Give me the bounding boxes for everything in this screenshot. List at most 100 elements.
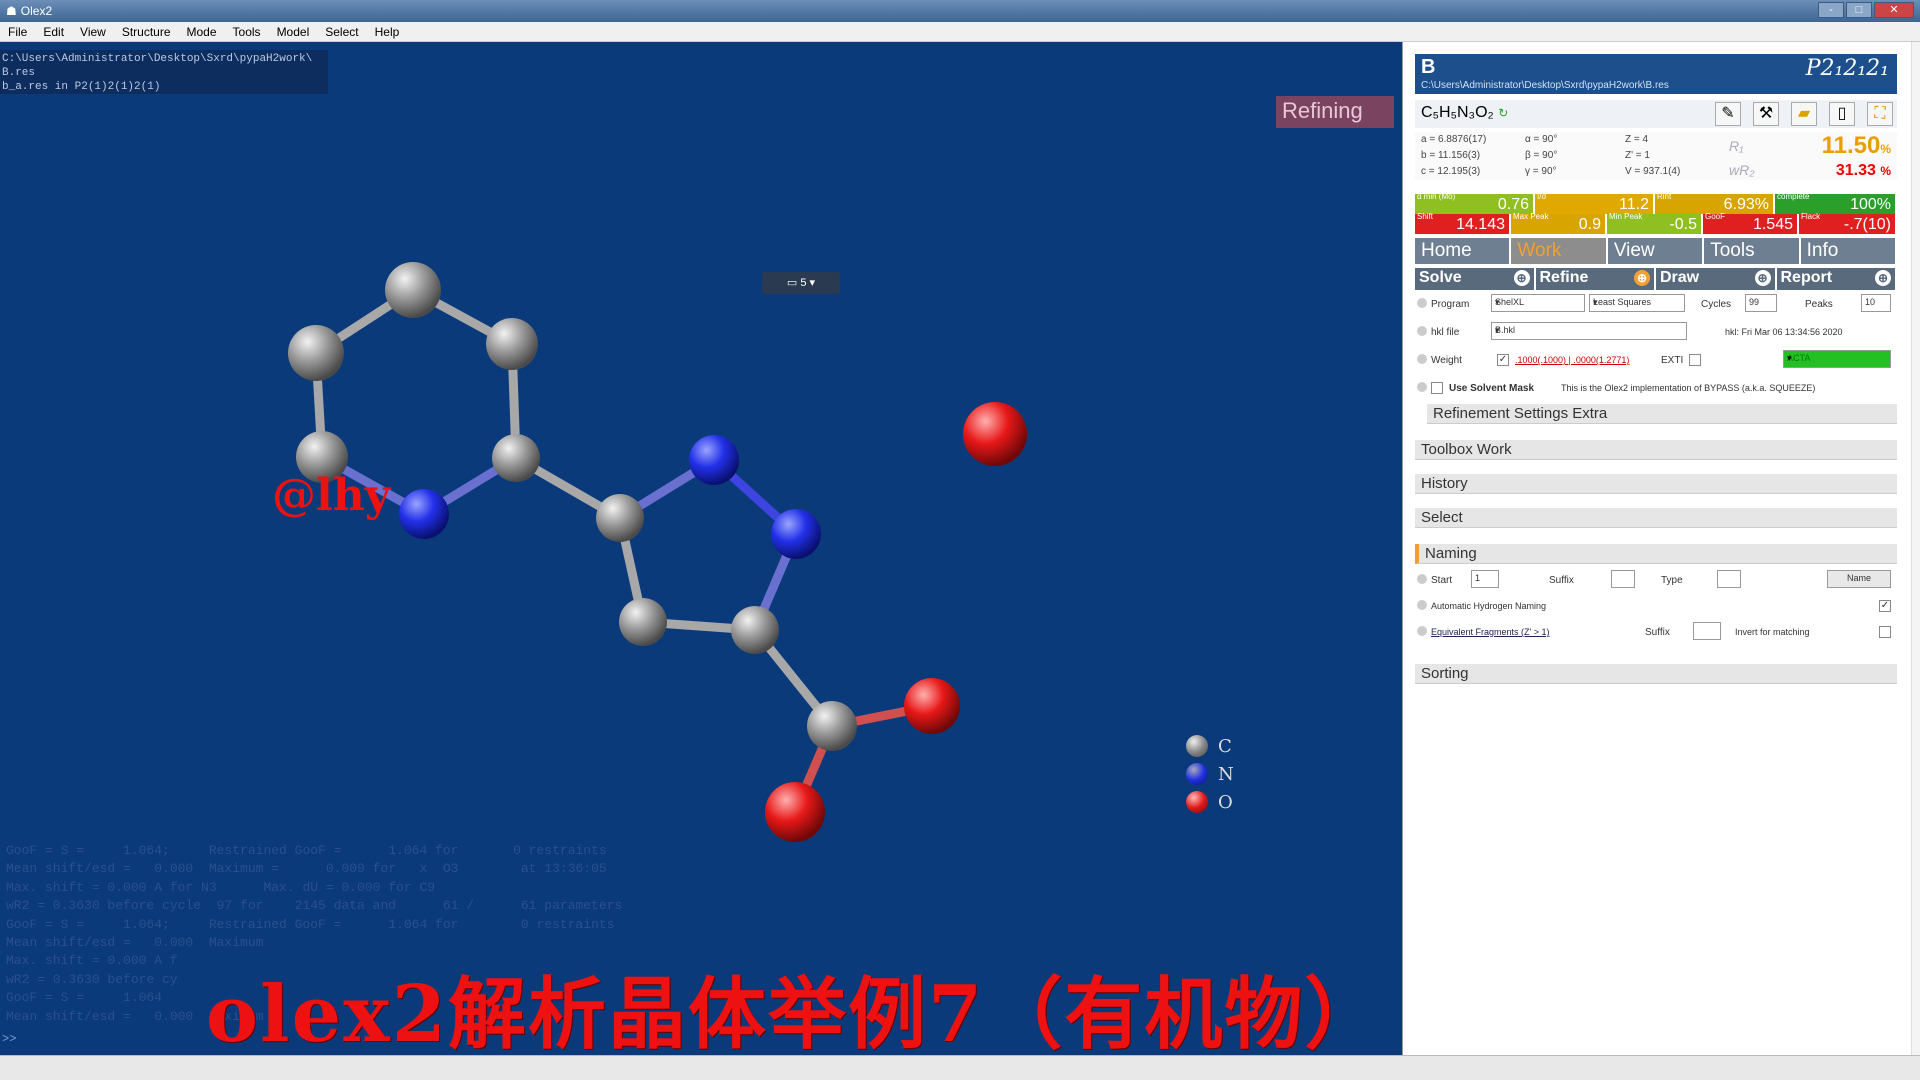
cycles-label: Cycles [1701, 299, 1732, 310]
atom-carbon [486, 318, 538, 370]
menu-structure[interactable]: Structure [114, 25, 179, 39]
pencil-icon[interactable]: ✎ [1715, 102, 1741, 126]
method-select[interactable]: Least Squares ▾ [1589, 294, 1685, 312]
legend-item: N [1186, 760, 1234, 788]
peaks-input[interactable]: 10 [1861, 294, 1891, 312]
info-icon[interactable] [1417, 382, 1427, 392]
equiv-row: Equivalent Fragments (Z' > 1) Suffix Inv… [1415, 622, 1897, 644]
atom-carbon [288, 325, 344, 381]
folder-icon[interactable]: ▰ [1791, 102, 1817, 126]
start-input[interactable]: 1 [1471, 570, 1499, 588]
invert-checkbox[interactable] [1879, 626, 1891, 638]
stat-label: GooF [1705, 212, 1726, 221]
stat-cell: Min Peak -0.5 [1607, 212, 1701, 234]
weight-checkbox[interactable]: ✓ [1497, 354, 1509, 366]
close-button[interactable]: ✕ [1874, 2, 1914, 18]
tab-tools[interactable]: Tools [1704, 238, 1799, 264]
file-path: C:\Users\Administrator\Desktop\Sxrd\pypa… [1421, 80, 1669, 91]
cell-volume: V = 937.1(4) [1625, 166, 1681, 177]
stat-cell: Shift 14.143 [1415, 212, 1509, 234]
cycles-input[interactable]: 99 [1745, 294, 1777, 312]
subtab-draw[interactable]: Draw ⊕ [1656, 268, 1775, 290]
menu-view[interactable]: View [72, 25, 114, 39]
command-prompt[interactable]: >> [2, 1032, 16, 1046]
solve-run-icon[interactable]: ⊕ [1513, 270, 1530, 286]
solvent-note: This is the Olex2 implementation of BYPA… [1561, 383, 1816, 393]
atoms[interactable] [288, 262, 1027, 842]
section-sorting[interactable]: Sorting [1415, 664, 1897, 684]
info-icon[interactable] [1417, 298, 1427, 308]
minimize-button[interactable]: - [1818, 2, 1844, 18]
stat-label: Min Peak [1609, 212, 1643, 221]
subtab-solve[interactable]: Solve ⊕ [1415, 268, 1534, 290]
expand-icon[interactable]: ⛶ [1867, 102, 1893, 126]
draw-run-icon[interactable]: ⊕ [1754, 270, 1771, 286]
suffix-input[interactable] [1611, 570, 1635, 588]
tab-home[interactable]: Home [1415, 238, 1510, 264]
section-select[interactable]: Select [1415, 508, 1897, 528]
subtab-report[interactable]: Report ⊕ [1776, 268, 1895, 290]
name-button[interactable]: Name [1827, 570, 1891, 588]
auto-h-checkbox[interactable]: ✓ [1879, 600, 1891, 612]
info-icon[interactable] [1417, 600, 1427, 610]
type-input[interactable] [1717, 570, 1741, 588]
panel-scrollbar[interactable] [1911, 42, 1920, 1055]
menu-help[interactable]: Help [367, 25, 408, 39]
section-toolbox-work[interactable]: Toolbox Work [1415, 440, 1897, 460]
menu-file[interactable]: File [0, 25, 35, 39]
page-icon[interactable]: ▯ [1829, 102, 1855, 126]
info-icon[interactable] [1417, 626, 1427, 636]
formula: C₅H₅N₃O₂ [1421, 104, 1494, 121]
tab-work[interactable]: Work [1511, 238, 1606, 264]
legend-label: C [1218, 735, 1232, 757]
title-bar: ☗ Olex2 - □ ✕ [0, 0, 1920, 22]
menu-tools[interactable]: Tools [225, 25, 269, 39]
section-history[interactable]: History [1415, 474, 1897, 494]
space-group: P2₁2₁2₁ [1805, 56, 1889, 81]
auto-h-label: Automatic Hydrogen Naming [1431, 601, 1547, 611]
tab-view[interactable]: View [1607, 238, 1703, 264]
menu-model[interactable]: Model [269, 25, 318, 39]
section-naming[interactable]: Naming [1415, 544, 1897, 564]
suffix-label: Suffix [1549, 575, 1574, 586]
suffix2-input[interactable] [1693, 622, 1721, 640]
stat-cell: complete 100% [1775, 192, 1895, 214]
solvent-row: Use Solvent Mask This is the Olex2 imple… [1415, 378, 1897, 400]
exti-checkbox[interactable] [1689, 354, 1701, 366]
info-icon[interactable] [1417, 354, 1427, 364]
stat-value: 14.143 [1456, 216, 1505, 233]
menu-select[interactable]: Select [317, 25, 366, 39]
naming-row: Start 1 Suffix Type Name [1415, 570, 1897, 592]
structure-name: B [1421, 56, 1436, 78]
stat-label: I/σ [1537, 192, 1547, 201]
subtab-refine[interactable]: Refine ⊕ [1535, 268, 1654, 290]
weight-value-link[interactable]: .1000(.1000) | .0000(1.2771) [1515, 355, 1629, 365]
cell-alpha: α = 90° [1525, 134, 1558, 145]
cell-a: a = 6.8876(17) [1421, 134, 1487, 145]
info-icon[interactable] [1417, 326, 1427, 336]
maximize-button[interactable]: □ [1846, 2, 1872, 18]
stat-label: Max Peak [1513, 212, 1549, 221]
hkl-select[interactable]: B.hkl ▾ [1491, 322, 1687, 340]
equiv-fragments-link[interactable]: Equivalent Fragments (Z' > 1) [1431, 627, 1550, 637]
report-run-icon[interactable]: ⊕ [1875, 270, 1891, 286]
info-icon[interactable] [1417, 574, 1427, 584]
menu-edit[interactable]: Edit [35, 25, 72, 39]
video-title-overlay: olex2解析晶体举例7（有机物） [206, 969, 1385, 1055]
menu-mode[interactable]: Mode [179, 25, 225, 39]
refresh-icon[interactable]: ↻ [1498, 106, 1508, 120]
stat-cell: Rint 6.93% [1655, 192, 1773, 214]
molecule-viewport[interactable]: C:\Users\Administrator\Desktop\Sxrd\pypa… [0, 42, 1402, 1055]
tab-info[interactable]: Info [1800, 238, 1896, 264]
solvent-mask-checkbox[interactable] [1431, 382, 1443, 394]
refine-run-icon[interactable]: ⊕ [1634, 270, 1650, 286]
legend-item: C [1186, 732, 1234, 760]
tools-icon[interactable]: ⚒ [1753, 102, 1779, 126]
work-subtabs: Solve ⊕ Refine ⊕ Draw ⊕ Report ⊕ [1415, 268, 1897, 290]
section-refinement-extra[interactable]: Refinement Settings Extra [1427, 404, 1897, 424]
weight-label: Weight [1431, 355, 1462, 366]
oxygen-ball-icon [1186, 791, 1208, 813]
program-select[interactable]: ShelXL ▾ [1491, 294, 1585, 312]
acta-select[interactable]: ACTA ▾ [1783, 350, 1891, 368]
atom-nitrogen [689, 435, 739, 485]
